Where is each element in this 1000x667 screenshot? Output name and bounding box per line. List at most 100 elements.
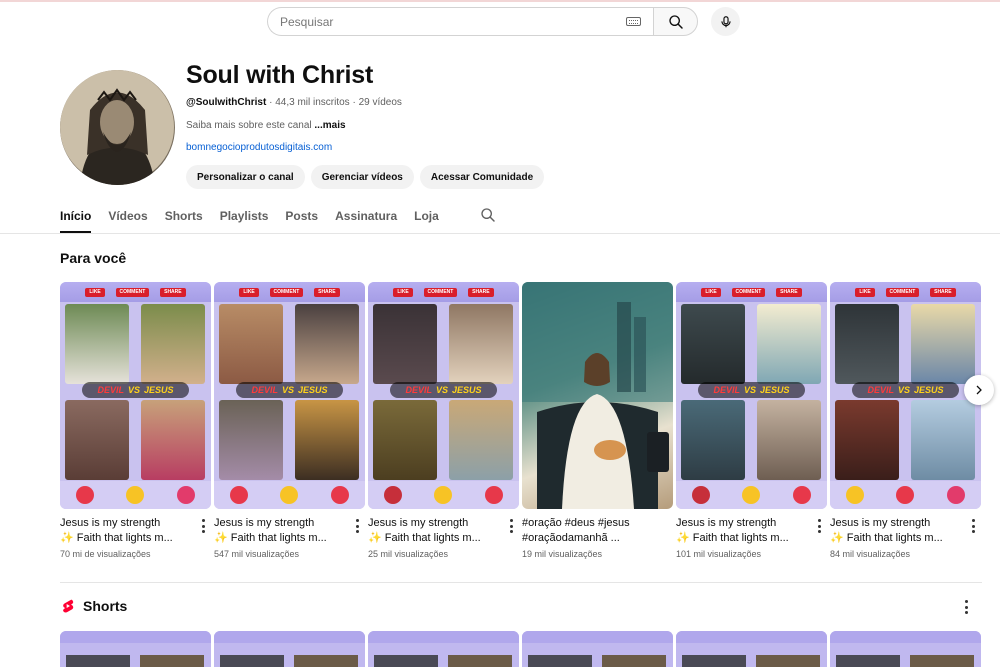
thumb-image <box>911 304 975 384</box>
devil-vs-jesus-label: DEVIL VS JESUS <box>852 382 959 398</box>
more-options-icon[interactable] <box>201 519 205 533</box>
heart-icon <box>176 486 195 504</box>
tab-home[interactable]: Início <box>60 205 92 233</box>
video-title[interactable]: Jesus is my strength ✨ Faith that lights … <box>214 516 365 546</box>
thumb-image <box>449 400 513 480</box>
thumb-share-chip: SHARE <box>314 287 340 297</box>
thumb-image <box>757 400 821 480</box>
video-views: 19 mil visualizações <box>522 549 603 559</box>
community-button[interactable]: Acessar Comunidade <box>419 165 545 189</box>
video-title[interactable]: Jesus is my strength ✨ Faith that lights … <box>60 516 211 546</box>
channel-search-button[interactable] <box>480 207 496 228</box>
avatar-portrait <box>60 70 174 185</box>
heart-icon <box>896 486 915 504</box>
short-thumbnail[interactable] <box>676 631 827 667</box>
heart-icon <box>946 486 965 504</box>
channel-tabs: Início Vídeos Shorts Playlists Posts Ass… <box>60 205 496 233</box>
about-more-link[interactable]: ...mais <box>314 120 345 131</box>
tabs-divider <box>0 233 1000 234</box>
thumb-like-chip: LIKE <box>855 287 875 297</box>
carousel-next-button[interactable] <box>964 375 994 405</box>
video-card[interactable]: #oração #deus #jesus #oraçãodamanhã ... 1… <box>522 282 673 559</box>
short-thumbnail[interactable] <box>214 631 365 667</box>
video-views: 70 mi de visualizações <box>60 549 151 559</box>
thumb-image <box>757 304 821 384</box>
thumbnail-emoji-bar <box>368 481 519 509</box>
voice-search-button[interactable] <box>711 7 740 36</box>
video-views: 547 mil visualizações <box>214 549 300 559</box>
tab-playlists[interactable]: Playlists <box>220 205 269 233</box>
devil-vs-jesus-label: DEVIL VS JESUS <box>82 382 189 398</box>
customize-channel-button[interactable]: Personalizar o canal <box>186 165 305 189</box>
devil-emoji-icon <box>692 486 711 504</box>
video-thumbnail[interactable]: LIKE COMMENT SHARE DEVIL VS JESUS <box>830 282 981 509</box>
video-title[interactable]: Jesus is my strength ✨ Faith that lights … <box>676 516 827 546</box>
tab-videos[interactable]: Vídeos <box>108 205 147 233</box>
tab-membership[interactable]: Assinatura <box>335 205 397 233</box>
channel-handle: @SoulwithChrist <box>186 97 267 108</box>
video-thumbnail[interactable]: LIKE COMMENT SHARE DEVIL VS JESUS <box>214 282 365 509</box>
video-views: 101 mil visualizações <box>676 549 762 559</box>
devil-vs-jesus-label: DEVIL VS JESUS <box>698 382 805 398</box>
section-title-shorts: Shorts <box>83 598 128 614</box>
thumb-image <box>219 400 283 480</box>
tab-shorts[interactable]: Shorts <box>165 205 203 233</box>
video-thumbnail[interactable]: LIKE COMMENT SHARE DEVIL VS JESUS <box>368 282 519 509</box>
channel-avatar[interactable] <box>60 70 175 185</box>
thumb-image <box>835 400 899 480</box>
thumb-like-chip: LIKE <box>393 287 413 297</box>
video-title[interactable]: Jesus is my strength ✨ Faith that lights … <box>368 516 519 546</box>
video-card[interactable]: LIKE COMMENT SHARE DEVIL VS JESUS Jesus is… <box>830 282 981 559</box>
video-card[interactable]: LIKE COMMENT SHARE DEVIL VS JESUS Jesus is… <box>368 282 519 559</box>
more-options-icon[interactable] <box>509 519 513 533</box>
search-field[interactable] <box>267 7 653 36</box>
more-options-icon[interactable] <box>817 519 821 533</box>
more-options-icon[interactable] <box>355 519 359 533</box>
keyboard-icon[interactable] <box>626 17 641 26</box>
thumb-comment-chip: COMMENT <box>115 287 150 297</box>
more-options-icon[interactable] <box>971 519 975 533</box>
about-text[interactable]: Saiba mais sobre este canal <box>186 120 312 131</box>
thumb-image <box>65 304 129 384</box>
short-thumbnail[interactable] <box>830 631 981 667</box>
video-title[interactable]: Jesus is my strength ✨ Faith that lights … <box>830 516 981 546</box>
tab-posts[interactable]: Posts <box>285 205 318 233</box>
thumbnail-banner: LIKE COMMENT SHARE <box>214 282 365 302</box>
short-thumbnail[interactable] <box>60 631 211 667</box>
devil-vs-jesus-label: DEVIL VS JESUS <box>236 382 343 398</box>
short-thumbnail[interactable] <box>522 631 673 667</box>
thumb-image <box>65 400 129 480</box>
video-views: 84 mil visualizações <box>830 549 911 559</box>
video-card[interactable]: LIKE COMMENT SHARE DEVIL VS JESUS Jesus is… <box>676 282 827 559</box>
thumb-image <box>219 304 283 384</box>
channel-about[interactable]: Saiba mais sobre este canal ...mais <box>186 120 346 131</box>
video-thumbnail[interactable]: LIKE COMMENT SHARE DEVIL VS JESUS <box>60 282 211 509</box>
subscriber-count: 44,3 mil inscritos <box>275 97 350 108</box>
manage-videos-button[interactable]: Gerenciar vídeos <box>310 165 414 189</box>
search-button[interactable] <box>653 7 698 36</box>
top-border <box>0 0 1000 2</box>
thumb-image <box>835 304 899 384</box>
search-input[interactable] <box>280 14 622 29</box>
tab-store[interactable]: Loja <box>414 205 439 233</box>
video-thumbnail[interactable]: LIKE COMMENT SHARE DEVIL VS JESUS <box>676 282 827 509</box>
thumb-comment-chip: COMMENT <box>269 287 304 297</box>
video-thumbnail[interactable] <box>522 282 673 509</box>
thumb-image <box>141 304 205 384</box>
channel-link[interactable]: bomnegocioprodutosdigitais.com <box>186 142 332 153</box>
shorts-carousel <box>60 631 981 667</box>
shocked-emoji-icon <box>742 486 761 504</box>
video-card[interactable]: LIKE COMMENT SHARE DEVIL VS JESUS Jesus is… <box>60 282 211 559</box>
video-title[interactable]: #oração #deus #jesus #oraçãodamanhã ... <box>522 516 673 546</box>
thumbnail-banner: LIKE COMMENT SHARE <box>60 282 211 302</box>
video-card[interactable]: LIKE COMMENT SHARE DEVIL VS JESUS Jesus is… <box>214 282 365 559</box>
video-views: 25 mil visualizações <box>368 549 449 559</box>
short-thumbnail[interactable] <box>368 631 519 667</box>
devil-vs-jesus-label: DEVIL VS JESUS <box>390 382 497 398</box>
thumbnail-emoji-bar <box>60 481 211 509</box>
more-options-icon[interactable] <box>965 600 969 614</box>
section-title-for-you: Para você <box>60 250 127 266</box>
heart-icon <box>330 486 349 504</box>
heart-icon <box>792 486 811 504</box>
scared-emoji-icon <box>280 486 299 504</box>
